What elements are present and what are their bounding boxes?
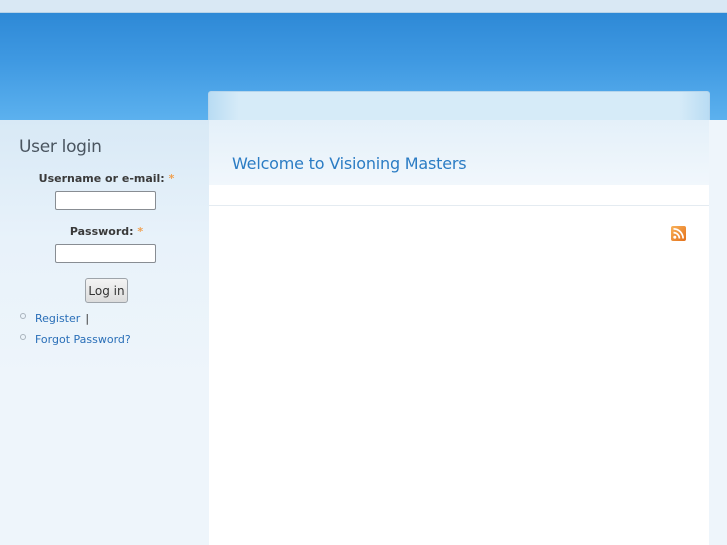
list-item: Forgot Password?	[20, 328, 131, 346]
page-title: Welcome to Visioning Masters	[232, 154, 467, 173]
divider	[209, 205, 709, 206]
link-separator: |	[85, 312, 90, 325]
bullet-icon	[20, 333, 26, 340]
top-strip	[0, 0, 727, 13]
required-marker: *	[137, 225, 144, 238]
required-marker: *	[168, 172, 175, 185]
password-input[interactable]	[55, 244, 156, 263]
bullet-icon	[20, 312, 26, 319]
username-label-text: Username or e-mail:	[38, 172, 165, 185]
password-label-text: Password:	[69, 225, 134, 238]
content-top-bar	[208, 91, 710, 120]
main-content: Welcome to Visioning Masters	[209, 120, 709, 545]
username-label: Username or e-mail: *	[0, 172, 213, 185]
password-label: Password: *	[0, 225, 213, 238]
login-button[interactable]: Log in	[85, 278, 128, 303]
username-input[interactable]	[55, 191, 156, 210]
user-login-title: User login	[19, 137, 102, 157]
register-link[interactable]: Register	[35, 312, 80, 325]
title-area	[209, 120, 709, 185]
forgot-password-link[interactable]: Forgot Password?	[35, 333, 131, 346]
list-item: Register |	[20, 307, 90, 325]
rss-feed-icon[interactable]	[671, 226, 686, 241]
